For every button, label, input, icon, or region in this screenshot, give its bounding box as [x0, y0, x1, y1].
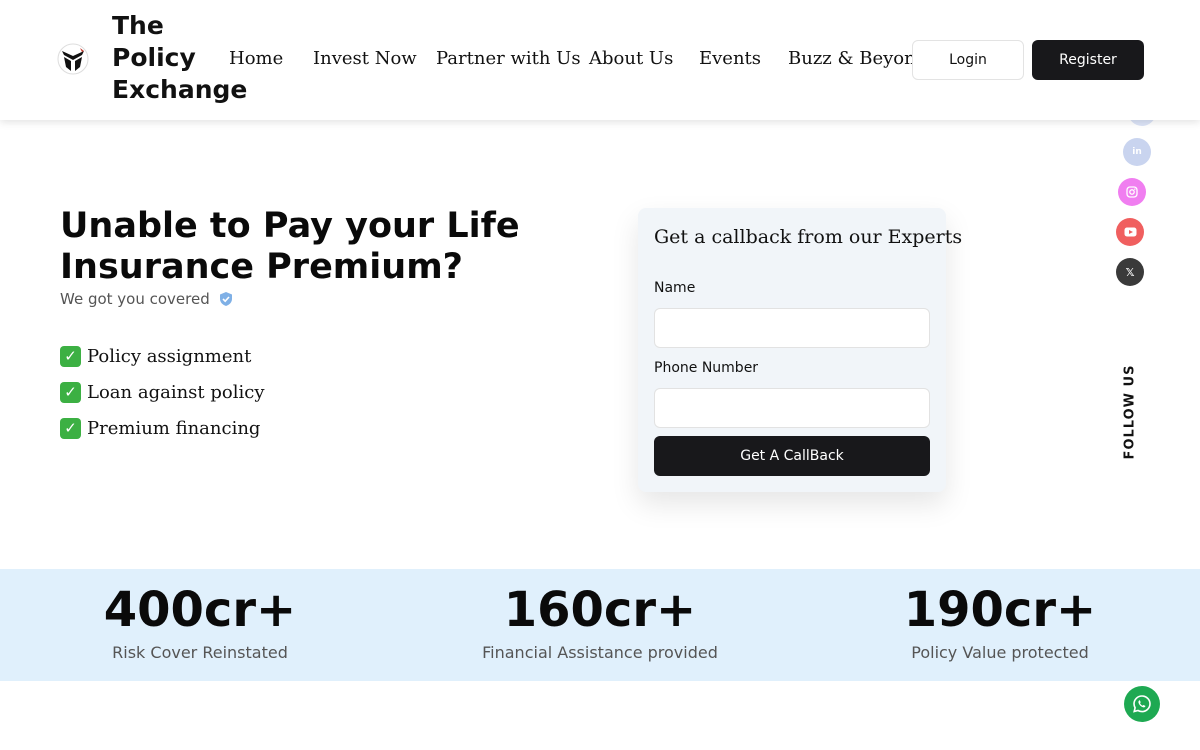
nav-events[interactable]: Events	[699, 48, 761, 69]
follow-us-label: FOLLOW US	[1120, 352, 1140, 472]
feature-list: ✓ Policy assignment ✓ Loan against polic…	[60, 338, 265, 446]
shield-check-icon	[219, 292, 232, 306]
name-label: Name	[654, 280, 696, 296]
nav-partner-with-us[interactable]: Partner with Us	[436, 48, 581, 69]
linkedin-glyph-icon: in	[1132, 147, 1142, 157]
hero-subtitle-row: We got you covered	[60, 290, 234, 308]
brand-line: The	[112, 11, 164, 40]
get-callback-button[interactable]: Get A CallBack	[654, 436, 930, 476]
nav-buzz-and-beyond[interactable]: Buzz & Beyond	[788, 48, 927, 69]
feature-label: Loan against policy	[87, 381, 265, 403]
feature-item: ✓ Premium financing	[60, 410, 265, 446]
register-button[interactable]: Register	[1032, 40, 1144, 80]
x-glyph-icon: 𝕏	[1125, 265, 1135, 279]
whatsapp-glyph-icon	[1133, 695, 1151, 713]
instagram-icon[interactable]	[1118, 178, 1146, 206]
phone-input[interactable]	[654, 388, 930, 428]
instagram-glyph-icon	[1126, 186, 1138, 198]
check-mark-icon: ✓	[60, 345, 81, 367]
callback-form: Get a callback from our Experts Name Pho…	[638, 208, 962, 492]
check-mark-icon: ✓	[60, 381, 81, 403]
feature-item: ✓ Policy assignment	[60, 338, 265, 374]
stat-risk-cover: 400cr+ Risk Cover Reinstated	[0, 569, 400, 662]
feature-item: ✓ Loan against policy	[60, 374, 265, 410]
stat-value: 400cr+	[103, 582, 297, 638]
site-header: The Policy Exchange Home Invest Now Part…	[0, 0, 1200, 120]
linkedin-icon[interactable]: in	[1123, 138, 1151, 166]
youtube-icon[interactable]	[1116, 218, 1144, 246]
x-icon[interactable]: 𝕏	[1116, 258, 1144, 286]
follow-us-text: FOLLOW US	[1122, 364, 1138, 460]
stat-policy-value: 190cr+ Policy Value protected	[800, 569, 1200, 662]
youtube-glyph-icon	[1124, 227, 1136, 237]
brand-line: Exchange	[112, 75, 248, 104]
nav-home[interactable]: Home	[229, 48, 283, 69]
phone-label: Phone Number	[654, 360, 759, 376]
whatsapp-icon[interactable]	[1124, 686, 1160, 722]
hero-subtitle: We got you covered	[60, 290, 210, 308]
feature-label: Premium financing	[87, 417, 261, 439]
name-input[interactable]	[654, 308, 930, 348]
nav-invest-now[interactable]: Invest Now	[313, 48, 417, 69]
login-button[interactable]: Login	[912, 40, 1024, 80]
logo-icon[interactable]	[56, 42, 90, 76]
nav-about-us[interactable]: About Us	[589, 48, 673, 69]
stat-label: Risk Cover Reinstated	[112, 643, 288, 662]
hero-title: Unable to Pay your Life Insurance Premiu…	[60, 206, 520, 287]
stat-label: Financial Assistance provided	[482, 643, 718, 662]
check-mark-icon: ✓	[60, 417, 81, 439]
callback-form-title: Get a callback from our Experts	[654, 226, 963, 248]
stat-value: 160cr+	[503, 582, 697, 638]
stats-band: 400cr+ Risk Cover Reinstated 160cr+ Fina…	[0, 569, 1200, 681]
stat-financial-assistance: 160cr+ Financial Assistance provided	[400, 569, 800, 662]
stat-label: Policy Value protected	[911, 643, 1089, 662]
feature-label: Policy assignment	[87, 345, 252, 367]
stat-value: 190cr+	[903, 582, 1097, 638]
